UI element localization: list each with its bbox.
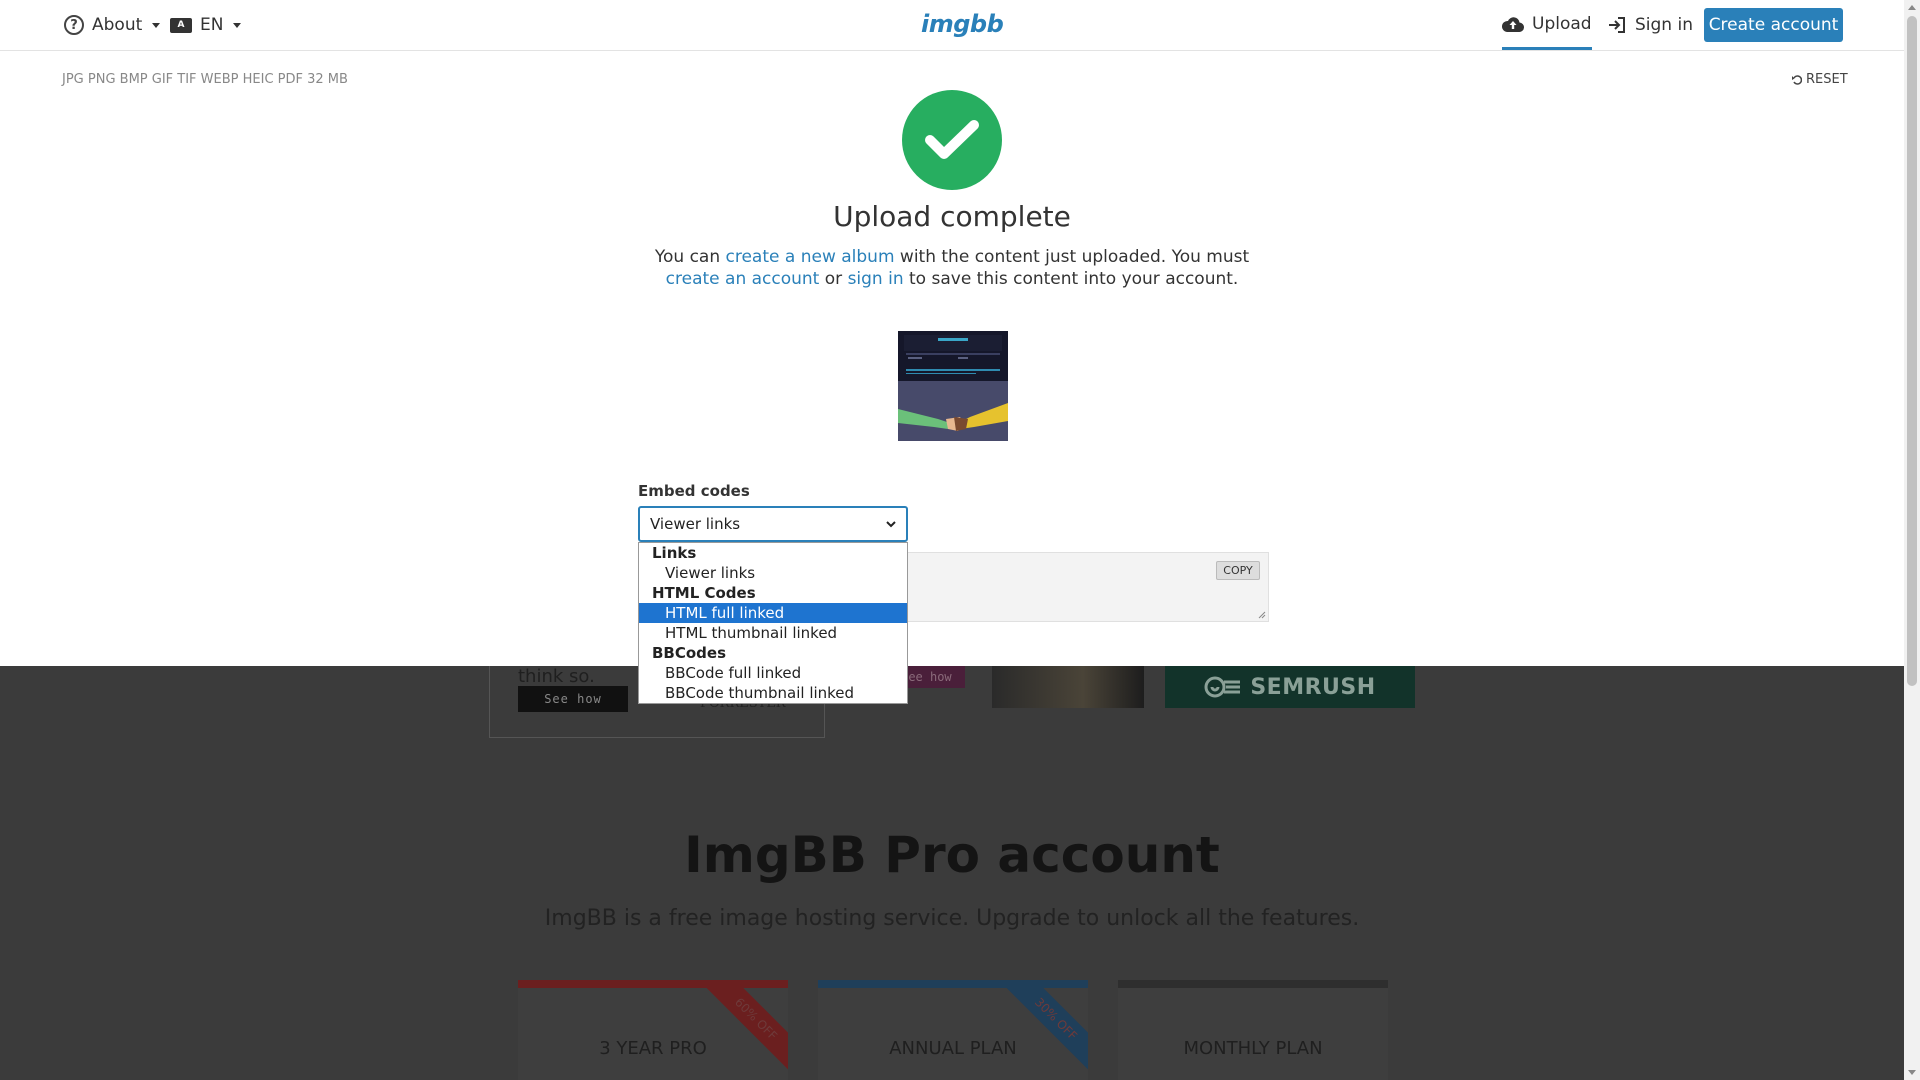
- scrollbar-thumb[interactable]: [1907, 16, 1917, 686]
- cloud-upload-icon: [1502, 16, 1524, 32]
- desc-text: with the content just uploaded. You must: [894, 247, 1250, 267]
- upload-nav-link[interactable]: Upload: [1502, 0, 1592, 50]
- plan-name: 3 YEAR PRO: [599, 1038, 707, 1059]
- dropdown-option[interactable]: BBCode thumbnail linked: [639, 683, 907, 703]
- reset-button[interactable]: RESET: [1792, 72, 1848, 87]
- dropdown-group-label: Links: [652, 544, 697, 562]
- dropdown-option[interactable]: HTML full linked: [639, 603, 907, 623]
- create-account-button[interactable]: Create account: [1704, 8, 1843, 42]
- desc-text: or: [819, 269, 848, 289]
- help-circle-icon: ?: [64, 15, 84, 35]
- plan-card-annual[interactable]: ANNUAL PLAN 30% OFF: [818, 980, 1088, 1080]
- about-menu[interactable]: ? About: [64, 0, 161, 50]
- ad-see-how-button[interactable]: See how: [518, 686, 628, 712]
- plan-name: MONTHLY PLAN: [1183, 1038, 1323, 1059]
- semrush-logo-icon: [1204, 676, 1241, 698]
- undo-icon: [1792, 74, 1802, 85]
- uploaded-image-thumbnail[interactable]: [898, 331, 1008, 441]
- desc-text: to save this content into your account.: [903, 269, 1239, 289]
- embed-code-textarea[interactable]: [905, 552, 1269, 622]
- sign-in-link[interactable]: sign in: [848, 269, 904, 289]
- top-navbar: ? About A EN imgbb Upload Sign in Create…: [0, 0, 1904, 51]
- scroll-up-arrow-icon[interactable]: [1908, 5, 1916, 10]
- embed-codes-dropdown-list: Links Viewer links HTML Codes HTML full lin…: [638, 542, 908, 704]
- resize-handle-icon[interactable]: [1258, 611, 1266, 619]
- about-label: About: [92, 15, 143, 35]
- upload-label: Upload: [1532, 13, 1592, 34]
- embed-codes-select[interactable]: Viewer links: [638, 506, 908, 542]
- create-account-link[interactable]: create an account: [666, 269, 820, 289]
- dropdown-option[interactable]: BBCode full linked: [639, 663, 907, 683]
- advertisement-semrush[interactable]: SEMRUSH: [1165, 666, 1415, 708]
- advertisement-image[interactable]: [992, 666, 1144, 708]
- signin-label: Sign in: [1635, 15, 1693, 35]
- language-label: EN: [200, 15, 224, 35]
- dropdown-option[interactable]: HTML thumbnail linked: [639, 623, 907, 643]
- ad-text: think so.: [518, 666, 595, 687]
- language-menu[interactable]: A EN: [170, 0, 242, 50]
- upload-panel: ? About A EN imgbb Upload Sign in Create…: [0, 0, 1904, 704]
- language-icon: A: [170, 17, 192, 33]
- upload-complete-description: You can create a new album with the cont…: [645, 246, 1259, 290]
- sign-in-icon: [1609, 17, 1625, 33]
- dropdown-group-label: BBCodes: [652, 644, 727, 662]
- pro-account-title: ImgBB Pro account: [684, 826, 1220, 884]
- pro-account-subtitle: ImgBB is a free image hosting service. U…: [544, 906, 1360, 931]
- desc-text: You can: [654, 247, 726, 267]
- checkmark-icon: [902, 90, 1002, 190]
- embed-codes-label: Embed codes: [638, 482, 750, 500]
- imgbb-logo[interactable]: imgbb: [921, 10, 1004, 38]
- copy-button[interactable]: COPY: [1216, 561, 1260, 580]
- dropdown-group-label: HTML Codes: [652, 584, 756, 602]
- signin-nav-link[interactable]: Sign in: [1607, 0, 1693, 50]
- upload-complete-title: Upload complete: [833, 200, 1071, 233]
- dropdown-option[interactable]: Viewer links: [639, 563, 907, 583]
- vertical-scrollbar[interactable]: [1904, 0, 1920, 1080]
- plan-card-3-year[interactable]: 3 YEAR PRO 60% OFF: [518, 980, 788, 1080]
- plan-name: ANNUAL PLAN: [889, 1038, 1017, 1059]
- chevron-down-icon: [886, 520, 896, 527]
- select-value: Viewer links: [650, 515, 741, 533]
- plan-card-monthly[interactable]: MONTHLY PLAN: [1118, 980, 1388, 1080]
- dimmed-overlay-section: think so. See how FORRESTER ee how SEMRU…: [0, 666, 1904, 1080]
- allowed-formats-text: JPG PNG BMP GIF TIF WEBP HEIC PDF 32 MB: [62, 72, 348, 87]
- ad-brand: SEMRUSH: [1250, 674, 1376, 700]
- create-album-link[interactable]: create a new album: [726, 247, 895, 267]
- caret-down-icon: [152, 22, 161, 28]
- scroll-down-arrow-icon[interactable]: [1908, 1070, 1916, 1075]
- reset-label: RESET: [1806, 72, 1848, 87]
- caret-down-icon: [233, 22, 242, 28]
